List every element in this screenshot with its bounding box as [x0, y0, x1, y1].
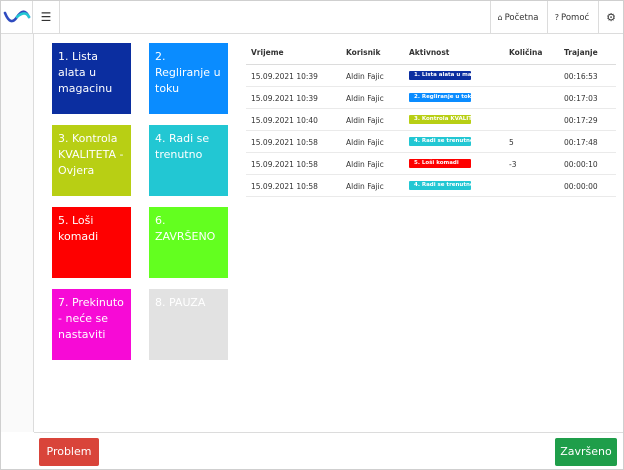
cell-user: Aldin Fajic: [346, 94, 384, 103]
tile-label: 3. Kontrola KVALITETA - Ovjera: [58, 132, 124, 177]
tile-pauza[interactable]: 8. PAUZA: [149, 289, 228, 360]
table-row: 15.09.2021 10:39 Aldin Fajic 1. Lista alat…: [246, 65, 616, 87]
logo-icon: [3, 10, 31, 23]
nav-help-button[interactable]: ? Pomoć: [548, 1, 596, 34]
cell-time: 15.09.2021 10:39: [251, 94, 318, 103]
tile-label: 6. ZAVRŠENO: [155, 214, 216, 243]
gear-icon: ⚙: [606, 11, 616, 24]
tile-zavrseno[interactable]: 6. ZAVRŠENO: [149, 207, 228, 278]
footer-bar: Problem Završeno: [34, 432, 623, 469]
tile-prekinuto[interactable]: 7. Prekinuto - neće se nastaviti: [52, 289, 131, 360]
table-row: 15.09.2021 10:58 Aldin Fajic 5. Loši komad…: [246, 153, 616, 175]
activity-badge: 2. Regliranje u toku: [409, 93, 471, 102]
table-row: 15.09.2021 10:58 Aldin Fajic 4. Radi se tr…: [246, 131, 616, 153]
cell-duration: 00:16:53: [564, 72, 598, 81]
col-vrijeme: Vrijeme: [251, 48, 284, 57]
tile-lista-alata[interactable]: 1. Lista alata u magacinu: [52, 43, 131, 114]
col-kolicina: Količina: [509, 48, 543, 57]
tile-label: 4. Radi se trenutno: [155, 132, 210, 161]
zavrseno-button[interactable]: Završeno: [555, 438, 617, 466]
tile-losi-komadi[interactable]: 5. Loši komadi: [52, 207, 131, 278]
cell-user: Aldin Fajic: [346, 182, 384, 191]
nav-help-label: Pomoć: [561, 13, 590, 23]
activity-badge: 3. Kontrola KVALITETA: [409, 115, 471, 124]
cell-qty: -3: [509, 160, 517, 169]
cell-duration: 00:17:03: [564, 94, 598, 103]
cell-duration: 00:17:48: [564, 138, 598, 147]
help-icon: ?: [554, 13, 560, 22]
problem-button[interactable]: Problem: [39, 438, 99, 466]
settings-button[interactable]: ⚙: [599, 1, 623, 34]
cell-duration: 00:00:00: [564, 182, 598, 191]
cell-time: 15.09.2021 10:58: [251, 182, 318, 191]
home-icon: ⌂: [497, 13, 503, 22]
activity-badge: 5. Loši komadi: [409, 159, 471, 168]
nav-home-label: Početna: [504, 13, 539, 23]
left-gutter: [1, 34, 34, 432]
tile-label: 1. Lista alata u magacinu: [58, 50, 113, 95]
cell-time: 15.09.2021 10:58: [251, 138, 318, 147]
table-row: 15.09.2021 10:58 Aldin Fajic 4. Radi se tr…: [246, 175, 616, 197]
col-korisnik: Korisnik: [346, 48, 381, 57]
tile-label: 8. PAUZA: [155, 296, 206, 309]
nav-home-button[interactable]: ⌂ Početna: [491, 1, 545, 34]
tile-kontrola-kvaliteta[interactable]: 3. Kontrola KVALITETA - Ovjera: [52, 125, 131, 196]
hamburger-icon[interactable]: ☰: [35, 7, 57, 27]
activity-badge: 1. Lista alata u magacinu: [409, 71, 471, 80]
col-aktivnost: Aktivnost: [409, 48, 450, 57]
tile-label: 5. Loši komadi: [58, 214, 99, 243]
cell-user: Aldin Fajic: [346, 72, 384, 81]
cell-time: 15.09.2021 10:58: [251, 160, 318, 169]
cell-time: 15.09.2021 10:39: [251, 72, 318, 81]
tile-label: 2. Regliranje u toku: [155, 50, 221, 95]
cell-duration: 00:00:10: [564, 160, 598, 169]
cell-time: 15.09.2021 10:40: [251, 116, 318, 125]
tile-regliranje[interactable]: 2. Regliranje u toku: [149, 43, 228, 114]
table-row: 15.09.2021 10:40 Aldin Fajic 3. Kontrola K…: [246, 109, 616, 131]
cell-duration: 00:17:29: [564, 116, 598, 125]
tile-label: 7. Prekinuto - neće se nastaviti: [58, 296, 124, 341]
tile-radi-se-trenutno[interactable]: 4. Radi se trenutno: [149, 125, 228, 196]
col-trajanje: Trajanje: [564, 48, 598, 57]
cell-qty: 5: [509, 138, 514, 147]
activity-badge: 4. Radi se trenutno: [409, 181, 471, 190]
activity-badge: 4. Radi se trenutno: [409, 137, 471, 146]
table-header: Vrijeme Korisnik Aktivnost Količina Traj…: [246, 45, 616, 65]
cell-user: Aldin Fajic: [346, 138, 384, 147]
top-bar: ☰ ⌂ Početna ? Pomoć ⚙: [1, 1, 623, 34]
cell-user: Aldin Fajic: [346, 160, 384, 169]
table-row: 15.09.2021 10:39 Aldin Fajic 2. Regliranje…: [246, 87, 616, 109]
cell-user: Aldin Fajic: [346, 116, 384, 125]
